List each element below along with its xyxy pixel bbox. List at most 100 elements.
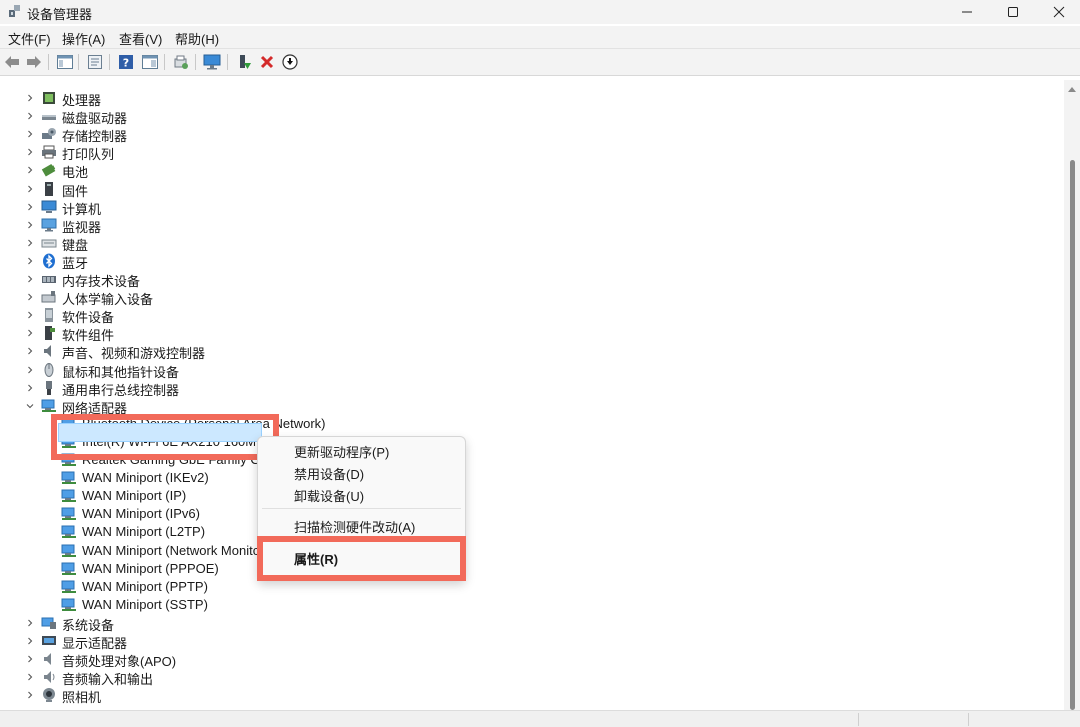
- tree-category[interactable]: 网络适配器: [0, 397, 400, 416]
- chevron-right-icon: [28, 112, 33, 120]
- device-icon: [61, 524, 77, 540]
- expand-toggle[interactable]: [25, 654, 35, 664]
- menu-bar: 文件(F) 操作(A) 查看(V) 帮助(H): [0, 26, 1080, 48]
- category-icon: [41, 687, 57, 703]
- chevron-right-icon: [28, 257, 33, 265]
- expand-toggle[interactable]: [25, 184, 35, 194]
- tree-category[interactable]: 软件设备: [0, 306, 400, 325]
- forward-button[interactable]: [25, 53, 43, 71]
- properties-button[interactable]: [86, 53, 104, 71]
- tree-category[interactable]: 电池: [0, 161, 400, 180]
- monitor-icon: [41, 218, 57, 232]
- expand-toggle[interactable]: [25, 93, 35, 103]
- scan-hardware-button[interactable]: [172, 53, 190, 71]
- tree-category[interactable]: 键盘: [0, 234, 400, 253]
- expand-toggle[interactable]: [25, 220, 35, 230]
- tree-category[interactable]: 照相机: [0, 686, 400, 705]
- console-tree-button[interactable]: [56, 53, 74, 71]
- minimize-button[interactable]: [944, 0, 990, 24]
- scrollbar-thumb[interactable]: [1070, 160, 1075, 710]
- ctx-scan-hardware[interactable]: 扫描检测硬件改动(A): [294, 517, 415, 536]
- uninstall-button[interactable]: [258, 53, 276, 71]
- software-component-icon: [45, 326, 55, 341]
- monitor-button[interactable]: [203, 53, 221, 71]
- tree-category[interactable]: 音频处理对象(APO): [0, 650, 400, 669]
- window-title: 设备管理器: [27, 7, 93, 22]
- tree-category[interactable]: 计算机: [0, 198, 400, 217]
- tree-category[interactable]: 处理器: [0, 89, 400, 108]
- menu-help[interactable]: 帮助(H): [175, 29, 219, 48]
- tree-category[interactable]: 音频输入和输出: [0, 668, 400, 687]
- tree-category[interactable]: 鼠标和其他指针设备: [0, 361, 400, 380]
- tree-category[interactable]: 显示适配器: [0, 632, 400, 651]
- expand-toggle[interactable]: [25, 147, 35, 157]
- tree-category[interactable]: 打印队列: [0, 143, 400, 162]
- expand-toggle[interactable]: [25, 636, 35, 646]
- tree-category[interactable]: 声音、视频和游戏控制器: [0, 342, 400, 361]
- enable-device-button[interactable]: [235, 53, 253, 71]
- tree-category[interactable]: 系统设备: [0, 614, 400, 633]
- help-button[interactable]: ?: [117, 53, 135, 71]
- expand-toggle[interactable]: [25, 690, 35, 700]
- expand-toggle[interactable]: [25, 346, 35, 356]
- category-icon: [41, 144, 57, 160]
- category-icon: [41, 108, 57, 124]
- enable-device-icon: [240, 55, 251, 69]
- vertical-scrollbar[interactable]: [1064, 80, 1080, 710]
- expand-toggle[interactable]: [25, 383, 35, 393]
- tree-category[interactable]: 软件组件: [0, 324, 400, 343]
- update-driver-icon: [282, 54, 298, 70]
- tree-category[interactable]: 存储控制器: [0, 125, 400, 144]
- expand-toggle[interactable]: [25, 672, 35, 682]
- tree-category[interactable]: 固件: [0, 180, 400, 199]
- tree-device-item[interactable]: WAN Miniport (SSTP): [0, 596, 400, 614]
- expand-toggle[interactable]: [25, 618, 35, 628]
- menu-view[interactable]: 查看(V): [119, 29, 162, 48]
- ctx-uninstall-device[interactable]: 卸载设备(U): [294, 486, 364, 505]
- maximize-button[interactable]: [990, 0, 1036, 24]
- category-icon: [41, 343, 57, 359]
- toolbar: ?: [0, 48, 1080, 76]
- tree-category[interactable]: 人体学输入设备: [0, 288, 400, 307]
- expand-toggle[interactable]: [25, 401, 35, 411]
- category-icon: [41, 235, 57, 251]
- tree-category[interactable]: 磁盘驱动器: [0, 107, 400, 126]
- expand-toggle[interactable]: [25, 256, 35, 266]
- ctx-update-driver[interactable]: 更新驱动程序(P): [294, 442, 389, 461]
- tree-category[interactable]: 蓝牙: [0, 252, 400, 271]
- sound-icon: [44, 345, 51, 358]
- ctx-disable-device[interactable]: 禁用设备(D): [294, 464, 364, 483]
- expand-toggle[interactable]: [25, 111, 35, 121]
- category-icon: [41, 162, 57, 178]
- expand-toggle[interactable]: [25, 292, 35, 302]
- close-button[interactable]: [1036, 0, 1080, 24]
- action-pane-button[interactable]: [141, 53, 159, 71]
- action-pane-icon: [142, 55, 158, 69]
- toolbar-separator: [195, 54, 196, 70]
- back-button[interactable]: [3, 53, 21, 71]
- expand-toggle[interactable]: [25, 328, 35, 338]
- category-icon: [41, 669, 57, 685]
- expand-toggle[interactable]: [25, 310, 35, 320]
- tree-category[interactable]: 监视器: [0, 216, 400, 235]
- category-icon: [41, 217, 57, 233]
- expand-toggle[interactable]: [25, 365, 35, 375]
- menu-file[interactable]: 文件(F): [8, 29, 51, 48]
- tree-category[interactable]: 内存技术设备: [0, 270, 400, 289]
- expand-toggle[interactable]: [25, 274, 35, 284]
- chevron-right-icon: [28, 167, 33, 174]
- expand-toggle[interactable]: [25, 202, 35, 212]
- chevron-right-icon: [28, 94, 33, 102]
- expand-toggle[interactable]: [25, 129, 35, 139]
- category-icon: [41, 615, 57, 631]
- status-separator: [858, 713, 859, 726]
- menu-action[interactable]: 操作(A): [62, 29, 105, 48]
- network-icon: [61, 525, 76, 539]
- memory-icon: [42, 276, 56, 283]
- keyboard-icon: [41, 239, 57, 248]
- update-driver-button[interactable]: [281, 53, 299, 71]
- expand-toggle[interactable]: [25, 238, 35, 248]
- chevron-right-icon: [28, 148, 33, 156]
- tree-category[interactable]: 通用串行总线控制器: [0, 379, 400, 398]
- expand-toggle[interactable]: [25, 165, 35, 175]
